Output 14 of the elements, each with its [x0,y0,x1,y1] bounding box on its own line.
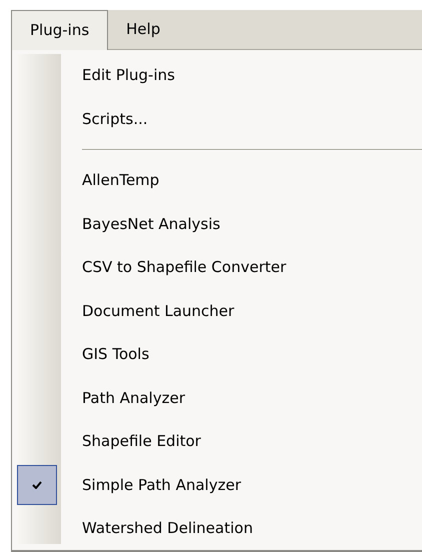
checkmark-icon [32,480,42,489]
menu-title[interactable]: Help [108,10,178,48]
menu-item[interactable]: Simple Path Analyzer [82,476,241,494]
menu-item[interactable]: Edit Plug-ins [82,66,175,84]
menu-item[interactable]: CSV to Shapefile Converter [82,258,286,276]
menu-item[interactable]: Path Analyzer [82,388,185,407]
menu-title[interactable]: Plug-ins [11,10,108,50]
menu-item[interactable]: Scripts... [82,110,148,128]
menu-item[interactable]: Document Launcher [82,302,234,320]
menu-item[interactable]: Shapefile Editor [82,432,201,450]
menu-item[interactable]: AllenTemp [82,171,160,190]
menu-item[interactable]: Watershed Delineation [82,519,253,538]
menu-item[interactable]: GIS Tools [82,345,150,364]
menu-item[interactable]: BayesNet Analysis [82,214,220,233]
